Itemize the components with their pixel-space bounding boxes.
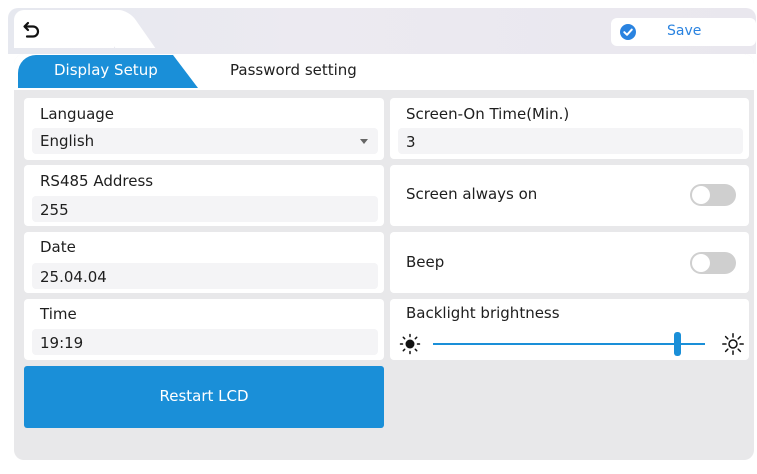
screen-always-on-toggle[interactable] [690,184,736,206]
screen-on-time-field[interactable]: 3 [398,128,743,154]
rs485-value: 255 [40,201,69,219]
screen-always-on-label: Screen always on [406,185,538,203]
rs485-label: RS485 Address [40,172,154,190]
backlight-slider-handle[interactable] [674,332,682,356]
screen-on-time-label: Screen-On Time(Min.) [406,105,570,123]
language-dropdown[interactable]: English [32,128,378,154]
chevron-down-icon [360,139,368,144]
backlight-slider-track[interactable] [433,343,705,345]
back-arrow-icon[interactable] [22,19,42,39]
language-card: Language English [24,98,384,160]
check-circle-icon [620,24,636,40]
restart-lcd-button[interactable]: Restart LCD [24,366,384,428]
time-label: Time [40,305,77,323]
time-value: 19:19 [40,334,84,352]
tab-password-setting[interactable]: Password setting [230,61,357,79]
backlight-label: Backlight brightness [406,304,560,322]
date-value: 25.04.04 [40,268,107,286]
tab-display-setup-label: Display Setup [54,61,158,79]
screen-on-time-card: Screen-On Time(Min.) 3 [390,98,749,159]
beep-label: Beep [406,253,445,271]
sun-bright-icon [722,333,744,355]
language-label: Language [40,105,115,123]
rs485-card: RS485 Address 255 [24,165,384,226]
restart-lcd-label: Restart LCD [159,387,249,405]
date-label: Date [40,238,76,256]
backlight-card: Backlight brightness [390,299,749,360]
time-field[interactable]: 19:19 [32,329,378,355]
beep-toggle[interactable] [690,252,736,274]
date-field[interactable]: 25.04.04 [32,263,378,289]
save-button[interactable]: Save [611,18,756,46]
sun-dim-icon [399,333,421,355]
screen-always-on-card: Screen always on [390,165,749,226]
language-value: English [40,132,95,150]
rs485-field[interactable]: 255 [32,196,378,222]
beep-card: Beep [390,232,749,293]
date-card: Date 25.04.04 [24,232,384,293]
save-label: Save [667,23,702,39]
time-card: Time 19:19 [24,299,384,360]
screen-on-time-value: 3 [406,133,416,151]
screen: Save Display Setup Password setting Lang… [0,0,757,474]
